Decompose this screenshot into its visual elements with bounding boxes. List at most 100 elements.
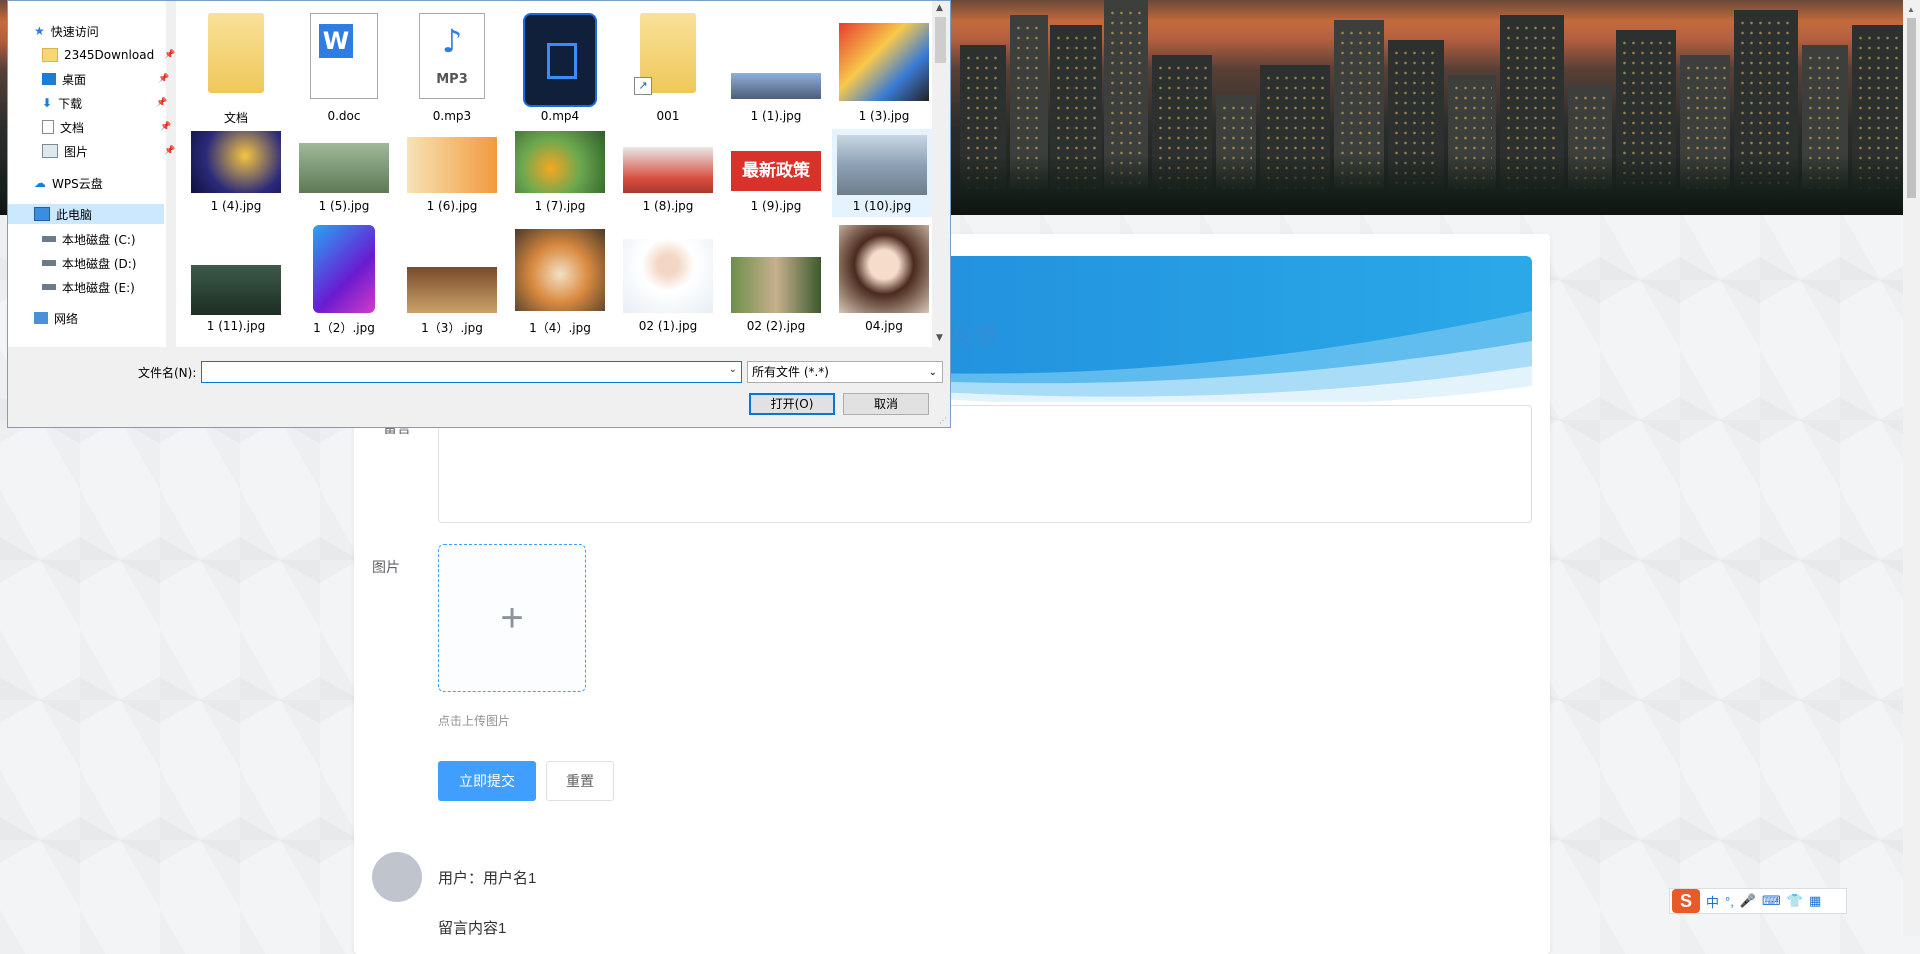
nav-network[interactable]: 网络: [34, 308, 78, 328]
file-label: 1 (3).jpg: [858, 109, 910, 123]
sogou-logo-icon[interactable]: S: [1672, 889, 1700, 913]
comment-content: 留言内容1: [438, 920, 507, 937]
file-label: 1（2）.jpg: [313, 321, 375, 335]
nav-label: 网络: [54, 311, 79, 326]
plus-icon: +: [500, 595, 524, 640]
nav-label: 下载: [58, 96, 83, 111]
nav-label: 本地磁盘 (C:): [62, 232, 136, 247]
image-thumbnail: [837, 135, 927, 195]
image-thumbnail: [515, 229, 605, 311]
file-item[interactable]: 1 (1).jpg: [728, 13, 824, 125]
file-list-scrollbar[interactable]: ▲ ▼: [932, 1, 949, 347]
file-list-scrollbar-thumb[interactable]: [935, 17, 946, 63]
file-item[interactable]: 1（4）.jpg: [512, 225, 608, 335]
file-item[interactable]: 1 (5).jpg: [296, 131, 392, 217]
toolbox-icon[interactable]: ▦: [1809, 893, 1821, 909]
nav-label: 文档: [60, 120, 85, 135]
nav-documents[interactable]: 文档 📌: [42, 117, 171, 137]
image-thumbnail: [839, 225, 929, 313]
file-label: 1 (7).jpg: [534, 199, 586, 213]
picture-icon: [42, 144, 58, 158]
image-thumbnail: [191, 265, 281, 315]
file-label: 02 (1).jpg: [638, 319, 698, 333]
nav-drive-e[interactable]: 本地磁盘 (E:): [42, 277, 135, 297]
chevron-up-icon[interactable]: ▲: [936, 3, 943, 13]
file-item[interactable]: ↗ 001: [620, 13, 716, 125]
file-item[interactable]: ♪ MP3 0.mp3: [404, 13, 500, 125]
cancel-button[interactable]: 取消: [843, 393, 929, 415]
image-thumbnail: [407, 267, 497, 313]
skin-icon[interactable]: 👕: [1787, 893, 1803, 909]
nav-quick-access[interactable]: ★ 快速访问: [34, 21, 99, 41]
ime-toolbar[interactable]: S 中 °, 🎤 ⌨ 👕 ▦: [1669, 888, 1847, 914]
nav-this-pc[interactable]: 此电脑: [8, 204, 164, 224]
keyboard-icon[interactable]: ⌨: [1762, 893, 1781, 909]
file-item[interactable]: 文档: [188, 13, 284, 125]
image-thumbnail: [731, 73, 821, 99]
file-item[interactable]: 1（3）.jpg: [404, 225, 500, 335]
file-item[interactable]: 1 (11).jpg: [188, 225, 284, 335]
file-item[interactable]: 02 (2).jpg: [728, 225, 824, 335]
video-file-icon: [523, 13, 597, 107]
file-label: 1 (8).jpg: [642, 199, 694, 213]
ime-mode-chinese[interactable]: 中: [1706, 892, 1719, 911]
file-item[interactable]: 1（2）.jpg: [296, 225, 392, 335]
mp3-file-icon: ♪ MP3: [419, 13, 485, 99]
file-item[interactable]: 02 (1).jpg: [620, 225, 716, 335]
pin-icon: 📌: [156, 98, 168, 108]
file-item[interactable]: 1 (8).jpg: [620, 131, 716, 217]
network-icon: [34, 312, 48, 324]
nav-label: WPS云盘: [52, 176, 103, 191]
image-thumbnail: [839, 23, 929, 101]
open-button[interactable]: 打开(O): [749, 393, 835, 415]
filetype-select[interactable]: 所有文件 (*.*) ⌄: [747, 361, 943, 383]
navigation-pane: ★ 快速访问 2345Download 📌 桌面 📌 ⬇ 下载 📌 文档 📌 图片 📌 ☁…: [8, 1, 175, 347]
microphone-icon[interactable]: 🎤: [1740, 893, 1756, 909]
nav-label: 本地磁盘 (D:): [62, 256, 137, 271]
resize-grip-icon[interactable]: ⋰: [939, 416, 947, 425]
image-thumbnail: [313, 225, 375, 313]
nav-label: 图片: [64, 144, 89, 159]
image-thumbnail: [731, 257, 821, 313]
file-item[interactable]: 0.mp4: [512, 13, 608, 125]
file-list-pane: 文档 W 0.doc ♪ MP3 0.mp3 0.mp4 ↗ 001 1 (1)…: [176, 1, 940, 347]
image-upload-box[interactable]: +: [438, 544, 586, 692]
nav-2345download[interactable]: 2345Download 📌: [42, 45, 175, 65]
nav-desktop[interactable]: 桌面 📌: [42, 69, 169, 89]
image-thumbnail: [299, 143, 389, 193]
chevron-down-icon[interactable]: ▼: [936, 333, 943, 343]
filename-input[interactable]: ⌄: [201, 361, 742, 383]
file-item[interactable]: W 0.doc: [296, 13, 392, 125]
page-scrollbar-thumb[interactable]: [1907, 18, 1916, 198]
reset-button[interactable]: 重置: [546, 761, 614, 801]
file-label: 001: [656, 109, 680, 123]
mp3-label: MP3: [436, 72, 468, 87]
nav-drive-d[interactable]: 本地磁盘 (D:): [42, 253, 136, 273]
chevron-down-icon: ⌄: [928, 367, 937, 378]
file-item[interactable]: 最新政策 1 (9).jpg: [728, 131, 824, 217]
file-item[interactable]: 1 (7).jpg: [512, 131, 608, 217]
image-thumbnail: [515, 131, 605, 193]
comment-user: 用户：用户名1: [438, 870, 537, 887]
pin-icon: 📌: [164, 50, 176, 60]
nav-drive-c[interactable]: 本地磁盘 (C:): [42, 229, 136, 249]
page-scrollbar[interactable]: ▲: [1903, 0, 1920, 936]
file-item[interactable]: 1 (3).jpg: [836, 13, 932, 125]
file-item[interactable]: 1 (6).jpg: [404, 131, 500, 217]
chevron-down-icon[interactable]: ⌄: [729, 364, 737, 375]
folder-shortcut-icon: ↗: [634, 13, 696, 95]
nav-pictures[interactable]: 图片 📌: [42, 141, 175, 161]
scroll-up-icon[interactable]: ▲: [1907, 5, 1915, 14]
nav-wps-cloud[interactable]: ☁ WPS云盘: [34, 173, 103, 193]
file-item-hovered[interactable]: 1 (10).jpg: [832, 129, 932, 217]
nav-label: 桌面: [62, 72, 87, 87]
desktop-icon: [42, 73, 56, 85]
nav-downloads[interactable]: ⬇ 下载 📌: [42, 93, 167, 113]
file-item[interactable]: 1 (4).jpg: [188, 131, 284, 217]
ime-punctuation-icon[interactable]: °,: [1725, 894, 1734, 909]
file-item[interactable]: 04.jpg: [836, 225, 932, 335]
pin-icon: 📌: [160, 122, 172, 132]
submit-button[interactable]: 立即提交: [438, 761, 536, 801]
pin-icon: 📌: [164, 146, 176, 156]
file-label: 1（3）.jpg: [421, 321, 483, 335]
